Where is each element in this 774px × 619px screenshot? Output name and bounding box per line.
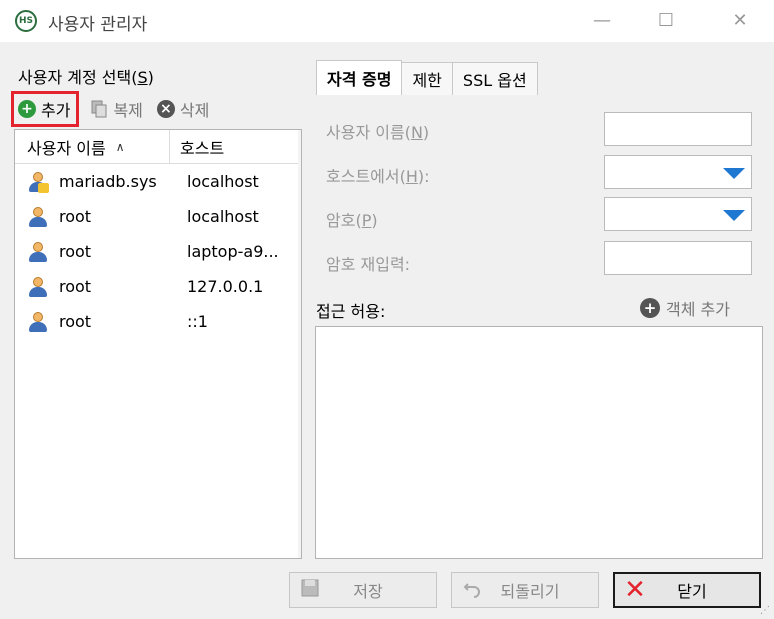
password-repeat-field[interactable] bbox=[604, 241, 752, 275]
host-cell: laptop-a9... bbox=[187, 242, 279, 261]
chevron-down-icon bbox=[723, 168, 745, 179]
copy-user-label: 복제 bbox=[113, 101, 143, 120]
user-icon bbox=[27, 206, 49, 228]
sort-ascending-icon: ∧ bbox=[115, 139, 125, 154]
undo-icon bbox=[460, 578, 484, 603]
list-scroll-edge bbox=[298, 130, 301, 558]
user-cell: root bbox=[15, 206, 170, 228]
user-name: mariadb.sys bbox=[59, 172, 157, 191]
close-button[interactable]: ✕ 닫기 bbox=[613, 572, 761, 608]
from-host-label: 호스트에서(H): bbox=[326, 167, 430, 186]
maximize-button[interactable]: ☐ bbox=[642, 0, 690, 40]
delete-icon: × bbox=[156, 100, 175, 118]
tab-bar: 자격 증명 제한 SSL 옵션 bbox=[316, 60, 538, 96]
tab-limits[interactable]: 제한 bbox=[401, 62, 453, 95]
user-toolbar: + 추가 복제 × 삭제 bbox=[10, 91, 223, 127]
password-label: 암호(P) bbox=[326, 211, 378, 230]
title-bar: HS 사용자 관리자 — ☐ ✕ bbox=[0, 0, 774, 42]
user-icon bbox=[27, 276, 49, 298]
minimize-button[interactable]: — bbox=[578, 0, 626, 40]
host-cell: localhost bbox=[187, 172, 259, 191]
user-icon bbox=[27, 171, 49, 193]
copy-user-button[interactable]: 복제 bbox=[90, 94, 143, 124]
chevron-down-icon bbox=[723, 210, 745, 221]
user-cell: root bbox=[15, 241, 170, 263]
user-name: root bbox=[59, 207, 92, 226]
access-tree[interactable] bbox=[315, 326, 763, 559]
user-cell: root bbox=[15, 311, 170, 333]
save-icon bbox=[298, 578, 322, 603]
delete-user-button[interactable]: × 삭제 bbox=[156, 94, 210, 124]
column-header-host[interactable]: 호스트 bbox=[170, 130, 300, 163]
user-name: root bbox=[59, 312, 92, 331]
user-name: root bbox=[59, 277, 92, 296]
user-list[interactable]: 사용자 이름 ∧ 호스트 mariadb.sys localhost root loc… bbox=[14, 129, 302, 559]
delete-user-label: 삭제 bbox=[179, 101, 210, 120]
revert-button[interactable]: 되돌리기 bbox=[451, 572, 599, 608]
user-cell: mariadb.sys bbox=[15, 171, 170, 193]
tab-ssl-options[interactable]: SSL 옵션 bbox=[451, 62, 538, 95]
password-repeat-label: 암호 재입력: bbox=[326, 255, 411, 274]
add-user-button[interactable]: + 추가 bbox=[10, 91, 80, 127]
host-cell: ::1 bbox=[187, 312, 208, 331]
host-cell: 127.0.0.1 bbox=[187, 277, 264, 296]
user-cell: root bbox=[15, 276, 170, 298]
close-window-button[interactable]: ✕ bbox=[716, 0, 764, 40]
save-button[interactable]: 저장 bbox=[289, 572, 437, 608]
username-label: 사용자 이름(N) bbox=[326, 123, 430, 142]
table-row[interactable]: root laptop-a9... bbox=[15, 234, 301, 269]
window-title: 사용자 관리자 bbox=[48, 15, 148, 35]
user-icon bbox=[27, 311, 49, 333]
account-select-label: 사용자 계정 선택(S) bbox=[18, 68, 154, 87]
tab-credentials[interactable]: 자격 증명 bbox=[316, 60, 403, 95]
copy-icon bbox=[90, 100, 108, 118]
resize-grip-icon[interactable]: ⋰ bbox=[760, 605, 772, 617]
app-icon: HS bbox=[15, 10, 37, 32]
table-row[interactable]: root localhost bbox=[15, 199, 301, 234]
table-row[interactable]: mariadb.sys localhost bbox=[15, 164, 301, 199]
close-icon: ✕ bbox=[624, 575, 646, 605]
from-host-dropdown[interactable] bbox=[604, 155, 752, 189]
user-list-header: 사용자 이름 ∧ 호스트 bbox=[15, 130, 301, 164]
username-field[interactable] bbox=[604, 112, 752, 146]
table-row[interactable]: root::1 bbox=[15, 304, 301, 339]
access-allowed-label: 접근 허용: bbox=[316, 302, 386, 321]
add-object-button[interactable]: + 객체 추가 bbox=[640, 296, 730, 320]
user-list-rows: mariadb.sys localhost root localhost root lap… bbox=[15, 164, 301, 339]
add-user-label: 추가 bbox=[41, 101, 71, 120]
password-field[interactable] bbox=[604, 197, 752, 231]
host-cell: localhost bbox=[187, 207, 259, 226]
plus-icon: + bbox=[640, 298, 660, 318]
user-icon bbox=[27, 241, 49, 263]
table-row[interactable]: root 127.0.0.1 bbox=[15, 269, 301, 304]
column-header-user[interactable]: 사용자 이름 ∧ bbox=[15, 130, 170, 163]
plus-icon: + bbox=[18, 100, 36, 118]
credentials-panel: 사용자 이름(N) 호스트에서(H): 암호(P) 암호 재입력: bbox=[316, 95, 764, 285]
user-name: root bbox=[59, 242, 92, 261]
